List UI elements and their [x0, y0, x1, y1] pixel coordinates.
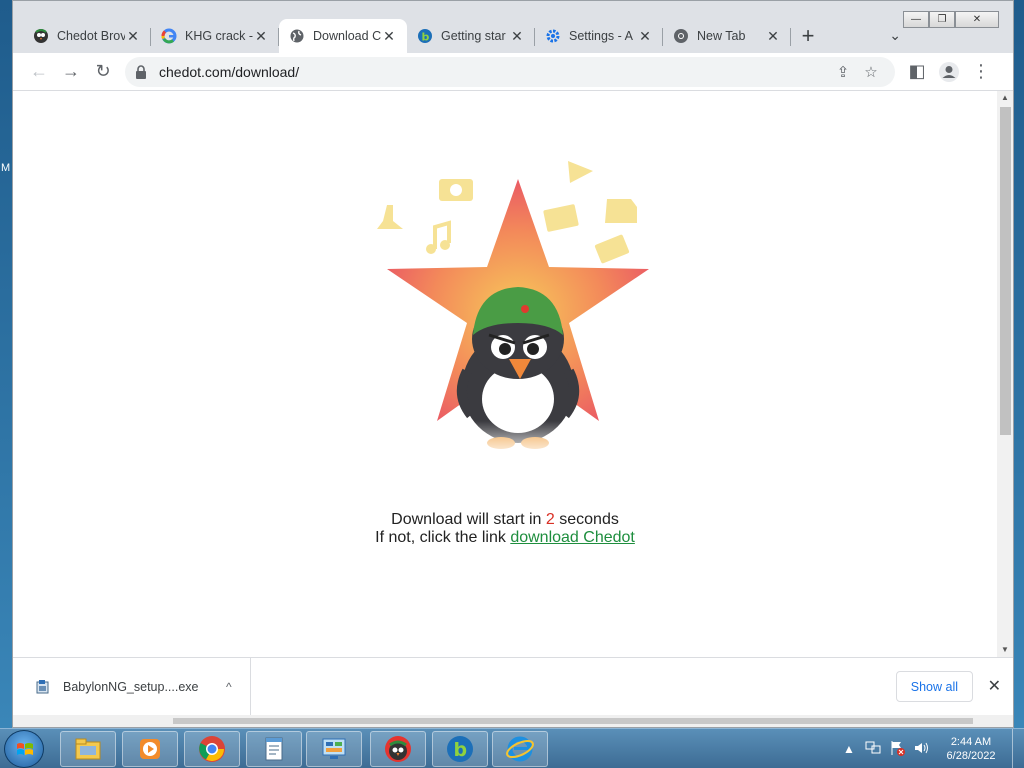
taskbar-chedot[interactable]	[370, 731, 426, 767]
google-icon	[161, 28, 177, 44]
globe-icon	[289, 28, 305, 44]
installer-file-icon	[35, 679, 51, 695]
menu-icon[interactable]: ⋮	[965, 56, 997, 88]
lock-icon[interactable]	[135, 64, 151, 79]
close-icon[interactable]: ✕	[509, 28, 525, 44]
new-tab-button[interactable]: +	[791, 19, 825, 53]
fallback-line: If not, click the link download Chedot	[375, 529, 635, 546]
vertical-scrollbar[interactable]: ▲ ▼	[997, 91, 1013, 657]
system-clock[interactable]: 2:44 AM 6/28/2022	[936, 735, 1006, 763]
action-center-icon[interactable]	[888, 740, 906, 759]
restore-button[interactable]: ❐	[929, 11, 955, 28]
clock-date: 6/28/2022	[946, 750, 996, 762]
download-chedot-link[interactable]: download Chedot	[510, 529, 635, 546]
minimize-button[interactable]: —	[903, 11, 929, 28]
windows-logo-icon	[17, 743, 33, 755]
tab-chedot[interactable]: Chedot Brov ✕	[23, 19, 151, 53]
explorer-icon	[75, 738, 101, 760]
chedot-mascot-illustration	[363, 159, 653, 459]
taskbar: b ▲ 2:44 AM 6/28/2022	[0, 728, 1024, 768]
tab-settings[interactable]: Settings - A ✕	[535, 19, 663, 53]
babylon-icon: b	[447, 736, 473, 762]
toolbar: ← → ↻ chedot.com/download/ ⇪ ☆ ◧ ⋮	[13, 53, 1013, 91]
close-icon[interactable]: ✕	[125, 28, 141, 44]
share-icon[interactable]: ⇪	[829, 63, 857, 81]
download-filename: BabylonNG_setup....exe	[63, 679, 199, 694]
tab-strip: Chedot Brov ✕ KHG crack - ✕ Download C ✕	[23, 19, 825, 53]
download-item[interactable]: BabylonNG_setup....exe ^	[13, 657, 251, 716]
close-icon[interactable]: ✕	[988, 676, 1001, 696]
clock-time: 2:44 AM	[950, 736, 992, 748]
desktop-icon-label: M	[1, 162, 11, 174]
close-icon[interactable]: ✕	[637, 28, 653, 44]
control-panel-icon	[322, 738, 346, 759]
back-button[interactable]: ←	[23, 56, 55, 88]
start-button[interactable]	[4, 730, 44, 768]
tab-khg[interactable]: KHG crack - ✕	[151, 19, 279, 53]
show-hidden-icons-button[interactable]: ▲	[840, 742, 858, 756]
taskbar-control-panel[interactable]	[306, 731, 362, 767]
desktop-edge-right	[1014, 0, 1024, 728]
notepad-icon	[265, 737, 283, 761]
forward-button[interactable]: →	[55, 56, 87, 88]
close-icon[interactable]: ✕	[381, 28, 397, 44]
taskbar-chrome[interactable]	[184, 731, 240, 767]
close-window-button[interactable]: ✕	[955, 11, 999, 28]
show-desktop-button[interactable]	[1012, 729, 1024, 768]
horizontal-scrollbar[interactable]	[13, 715, 1013, 727]
tab-getting-started[interactable]: b Getting star ✕	[407, 19, 535, 53]
chevron-up-icon[interactable]: ^	[226, 680, 250, 694]
scroll-thumb[interactable]	[1000, 107, 1011, 435]
taskbar-internet-explorer[interactable]	[492, 731, 548, 767]
url-text[interactable]: chedot.com/download/	[159, 64, 829, 80]
svg-text:b: b	[422, 31, 430, 44]
tab-title: Download C	[313, 29, 381, 43]
tab-title: KHG crack -	[185, 29, 253, 43]
scroll-up-arrow[interactable]: ▲	[997, 91, 1013, 105]
scroll-down-arrow[interactable]: ▼	[997, 643, 1013, 657]
volume-icon[interactable]	[912, 741, 930, 758]
browser-window: Chedot Brov ✕ KHG crack - ✕ Download C ✕	[12, 0, 1014, 728]
svg-text:b: b	[454, 739, 468, 761]
download-shelf: BabylonNG_setup....exe ^ Show all ✕	[13, 657, 1013, 716]
tab-download[interactable]: Download C ✕	[279, 19, 407, 53]
internet-explorer-icon	[506, 736, 534, 762]
desktop-edge: M	[0, 0, 12, 728]
tab-new-tab[interactable]: New Tab ✕	[663, 19, 791, 53]
window-controls: — ❐ ✕	[903, 11, 999, 28]
profile-avatar[interactable]	[933, 56, 965, 88]
horizontal-scroll-thumb[interactable]	[173, 718, 973, 724]
taskbar-notepad[interactable]	[246, 731, 302, 767]
reload-button[interactable]: ↻	[87, 56, 119, 88]
address-bar[interactable]: chedot.com/download/ ⇪ ☆	[125, 56, 895, 87]
network-icon[interactable]	[864, 741, 882, 758]
taskbar-babylon[interactable]: b	[432, 731, 488, 767]
chedot-penguin-icon	[385, 736, 411, 762]
download-message: Download will start in 2 seconds If not,…	[13, 511, 997, 547]
babylon-icon: b	[417, 28, 433, 44]
tab-title: Getting star	[441, 29, 506, 43]
show-all-button[interactable]: Show all	[895, 671, 973, 702]
media-player-icon	[140, 739, 160, 759]
tab-title: New Tab	[697, 29, 746, 43]
page-content: Download will start in 2 seconds If not,…	[13, 91, 997, 657]
taskbar-explorer[interactable]	[60, 731, 116, 767]
tab-search-button[interactable]: ⌄	[889, 27, 901, 44]
system-tray: ▲ 2:44 AM 6/28/2022	[840, 729, 1024, 768]
tab-title: Chedot Brov	[57, 29, 125, 43]
tab-title: Settings - A	[569, 29, 633, 43]
countdown-number: 2	[545, 511, 555, 528]
countdown-line: Download will start in 2 seconds	[391, 511, 619, 528]
title-bar: Chedot Brov ✕ KHG crack - ✕ Download C ✕	[13, 1, 1013, 53]
close-icon[interactable]: ✕	[253, 28, 269, 44]
chrome-icon	[199, 736, 225, 762]
close-icon[interactable]: ✕	[765, 28, 781, 44]
taskbar-media-player[interactable]	[122, 731, 178, 767]
side-panel-icon[interactable]: ◧	[901, 56, 933, 88]
chedot-penguin-icon	[33, 28, 49, 44]
chrome-icon	[673, 28, 689, 44]
settings-gear-icon	[545, 28, 561, 44]
bookmark-star-icon[interactable]: ☆	[857, 63, 885, 81]
